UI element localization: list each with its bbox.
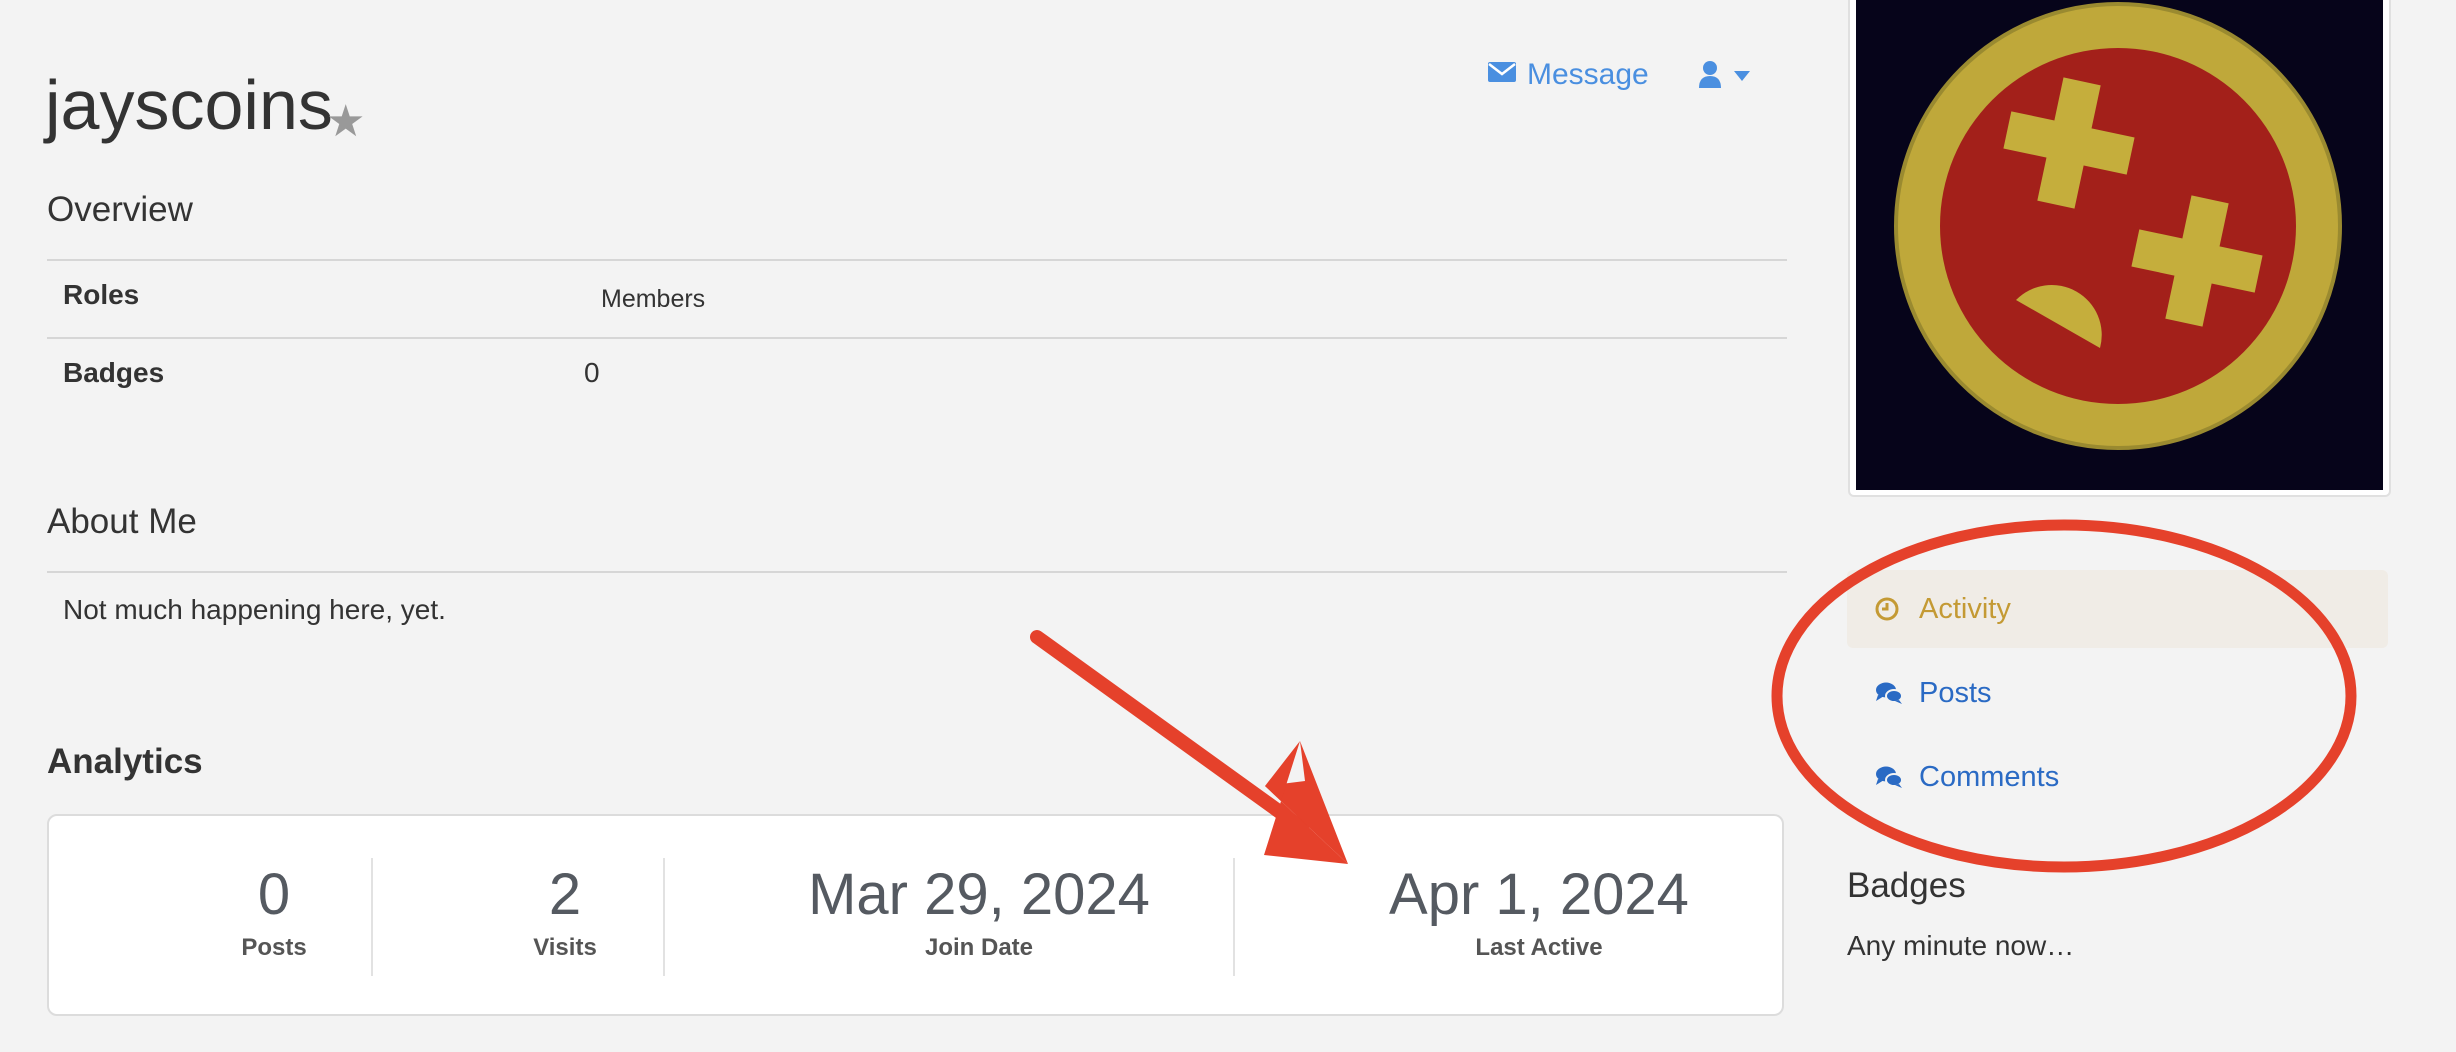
stat-last-active: Apr 1, 2024 Last Active (1289, 866, 1789, 962)
roles-label: Roles (63, 279, 140, 310)
star-icon[interactable]: ★ (326, 100, 365, 144)
avatar (1848, 0, 2391, 497)
roles-value: Members (601, 285, 706, 313)
stat-label: Visits (533, 934, 597, 961)
stat-divider (371, 858, 373, 976)
overview-heading: Overview (47, 190, 193, 229)
user-menu-button[interactable] (1698, 60, 1750, 93)
stat-value: 0 (257, 862, 291, 927)
divider (47, 571, 1787, 573)
clock-icon (1875, 597, 1919, 621)
coin-logo-icon (1856, 0, 2383, 490)
badges-label: Badges (63, 357, 165, 388)
page-title: jayscoins (45, 66, 333, 144)
comments-icon (1875, 681, 1919, 705)
stat-label: Join Date (924, 934, 1034, 961)
nav-item-comments[interactable]: Comments (1847, 738, 2388, 816)
envelope-icon (1487, 58, 1517, 92)
nav-item-label: Posts (1919, 676, 1992, 709)
stat-label: Last Active (1475, 934, 1603, 961)
stat-divider (663, 858, 665, 976)
nav-item-activity[interactable]: Activity (1847, 570, 2388, 648)
nav-item-label: Comments (1919, 760, 2060, 793)
message-button[interactable]: Message (1487, 58, 1649, 92)
about-text: Not much happening here, yet. (63, 594, 446, 625)
about-heading: About Me (47, 502, 197, 541)
comments-icon (1875, 765, 1919, 789)
caret-down-icon (1734, 68, 1750, 86)
stat-divider (1233, 858, 1235, 976)
analytics-heading: Analytics (47, 742, 203, 781)
stat-value: Apr 1, 2024 (1389, 862, 1689, 927)
badges-value: 0 (584, 357, 600, 388)
sidebar-badges-text: Any minute now… (1847, 930, 2075, 961)
stat-visits: 2 Visits (420, 866, 710, 962)
divider (47, 259, 1787, 261)
message-label: Message (1527, 58, 1649, 91)
stat-value: 2 (548, 862, 582, 927)
sidebar-badges-heading: Badges (1847, 866, 1966, 905)
divider (47, 337, 1787, 339)
annotation-arrow-shaft (1030, 630, 1309, 835)
user-icon (1698, 60, 1722, 93)
analytics-card: 0 Posts 2 Visits Mar 29, 2024 Join Date … (47, 814, 1784, 1016)
nav-item-label: Activity (1919, 592, 2011, 625)
stat-label: Posts (241, 934, 307, 961)
stat-join-date: Mar 29, 2024 Join Date (729, 866, 1229, 962)
nav-item-posts[interactable]: Posts (1847, 654, 2388, 732)
stat-value: Mar 29, 2024 (808, 862, 1150, 927)
stat-posts: 0 Posts (129, 866, 419, 962)
